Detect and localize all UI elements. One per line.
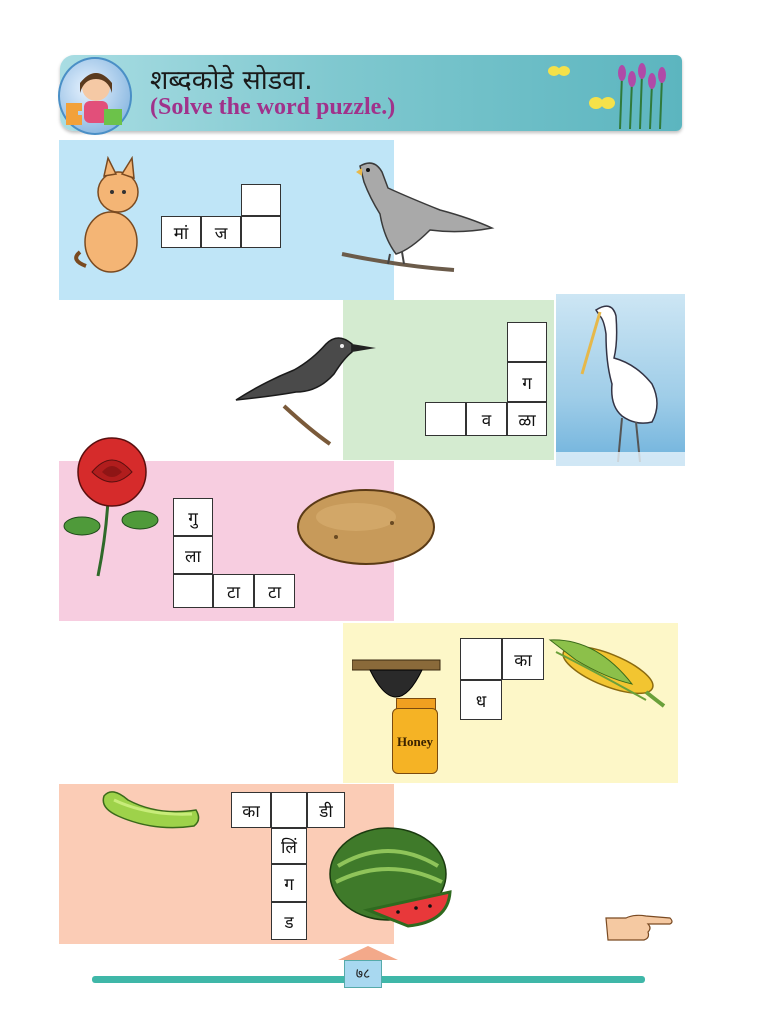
honey-label: Honey	[396, 734, 434, 749]
stork-image	[556, 294, 685, 466]
puzzle1-cell[interactable]	[241, 216, 281, 248]
puzzle2-cell[interactable]	[425, 402, 466, 436]
page-number: ७८	[344, 960, 382, 988]
girl-puzzle-icon	[58, 57, 132, 135]
puzzle5-cell[interactable]: का	[231, 792, 271, 828]
honey-jar-image: Honey	[392, 698, 438, 774]
page-number-roof	[338, 946, 398, 960]
puzzle4-cell[interactable]	[460, 638, 502, 680]
corn-image	[546, 632, 668, 716]
puzzle2-cell[interactable]: व	[466, 402, 507, 436]
pointing-hand-icon	[604, 910, 674, 950]
puzzle1-cell[interactable]: ज	[201, 216, 241, 248]
cat-image	[66, 155, 156, 280]
crow-image	[234, 330, 379, 452]
puzzle4-cell[interactable]: ध	[460, 680, 502, 720]
puzzle3-cell[interactable]: टा	[254, 574, 295, 608]
puzzle3-cell[interactable]: टा	[213, 574, 254, 608]
rose-image	[62, 436, 164, 582]
butterfly-flowers-decoration	[540, 55, 680, 135]
page-title-marathi: शब्दकोडे सोडवा.	[150, 65, 313, 96]
potato-image	[296, 487, 436, 571]
puzzle3-cell[interactable]: ला	[173, 536, 213, 574]
puzzle2-cell[interactable]: ळा	[507, 402, 547, 436]
cucumber-image	[98, 786, 204, 836]
eagle-image	[340, 158, 500, 284]
puzzle1-cell[interactable]	[241, 184, 281, 216]
puzzle2-cell[interactable]	[507, 322, 547, 362]
puzzle3-cell[interactable]	[173, 574, 213, 608]
watermelon-image	[328, 826, 454, 934]
puzzle4-cell[interactable]: का	[502, 638, 544, 680]
puzzle5-cell[interactable]: डी	[307, 792, 345, 828]
puzzle3-cell[interactable]: गु	[173, 498, 213, 536]
puzzle5-cell[interactable]: लिं	[271, 828, 307, 864]
puzzle5-cell[interactable]	[271, 792, 307, 828]
puzzle1-cell[interactable]: मां	[161, 216, 201, 248]
puzzle5-cell[interactable]: ग	[271, 864, 307, 902]
page-title-english: (Solve the word puzzle.)	[150, 94, 396, 120]
puzzle2-cell[interactable]: ग	[507, 362, 547, 402]
puzzle5-cell[interactable]: ड	[271, 902, 307, 940]
